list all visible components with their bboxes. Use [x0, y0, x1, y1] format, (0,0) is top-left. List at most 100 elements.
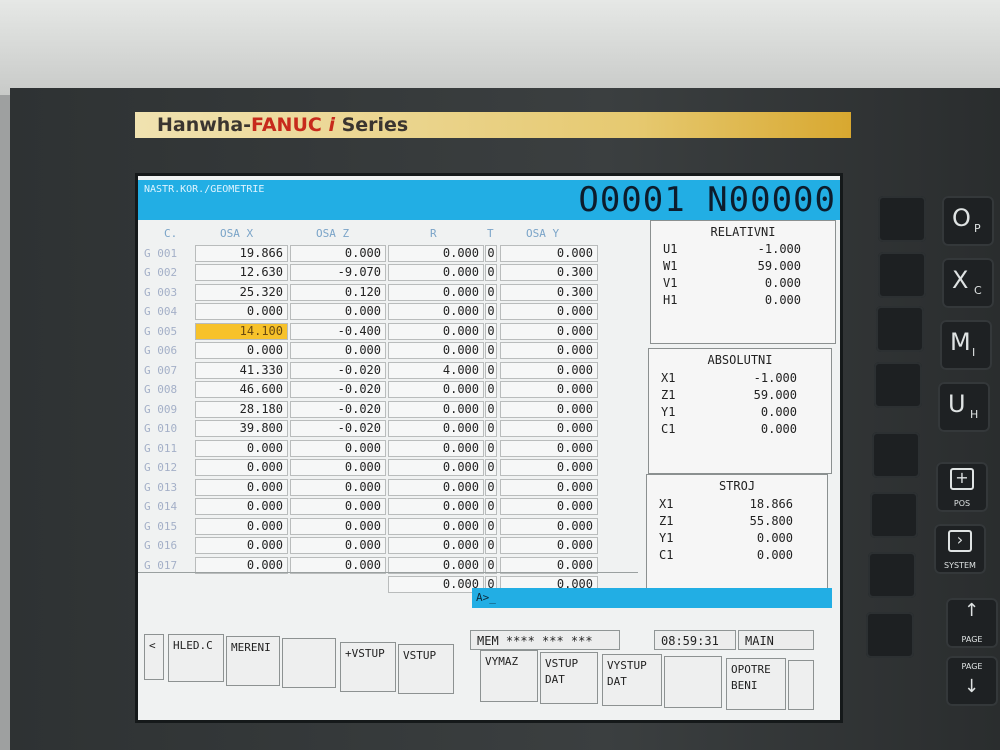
- cell-osa-y[interactable]: 0.000: [500, 381, 598, 398]
- key-system[interactable]: › SYSTEM: [934, 524, 986, 574]
- cell-r[interactable]: 0.000: [388, 322, 484, 340]
- side-softkey-2[interactable]: [878, 252, 926, 298]
- cell-osa-y[interactable]: 0.300: [500, 283, 598, 301]
- cell-osa-y[interactable]: 0.000: [500, 322, 598, 340]
- softkey-opotrebeni[interactable]: OPOTRE BENI: [726, 658, 786, 710]
- softkey-vymaz[interactable]: VYMAZ: [480, 650, 538, 702]
- cell-r[interactable]: 0.000: [388, 244, 484, 262]
- command-input-line[interactable]: A>_: [472, 588, 832, 608]
- cell-r[interactable]: 0.000: [388, 517, 484, 535]
- cell-t[interactable]: 0: [485, 498, 497, 515]
- cell-osa-x[interactable]: 12.630: [195, 264, 288, 281]
- cell-osa-x[interactable]: 39.800: [195, 420, 288, 437]
- cell-osa-z[interactable]: 0.000: [290, 303, 386, 320]
- key-page-down[interactable]: PAGE ↓: [946, 656, 998, 706]
- cell-r[interactable]: 0.000: [388, 381, 484, 398]
- cell-t[interactable]: 0: [485, 303, 497, 320]
- side-softkey-5[interactable]: [872, 432, 920, 478]
- cell-r[interactable]: 0.000: [388, 283, 484, 301]
- cell-osa-y[interactable]: 0.000: [500, 361, 598, 379]
- softkey-vystup-dat[interactable]: VYSTUP DAT: [602, 654, 662, 706]
- cell-osa-y[interactable]: 0.000: [500, 556, 598, 574]
- cell-t[interactable]: 0: [485, 478, 497, 496]
- cell-osa-z[interactable]: -0.020: [290, 400, 386, 418]
- softkey-mereni[interactable]: MERENI: [226, 636, 280, 686]
- side-softkey-8[interactable]: [866, 612, 914, 658]
- cell-osa-z[interactable]: 0.000: [290, 517, 386, 535]
- cell-osa-z[interactable]: 0.000: [290, 537, 386, 554]
- cell-osa-x[interactable]: 28.180: [195, 400, 288, 418]
- key-m-i[interactable]: MI: [940, 320, 992, 370]
- cell-t[interactable]: 0: [485, 342, 497, 359]
- cell-t[interactable]: 0: [485, 361, 497, 379]
- cell-r[interactable]: 0.000: [388, 556, 484, 574]
- cell-r[interactable]: 4.000: [388, 361, 484, 379]
- cell-osa-z[interactable]: -0.020: [290, 420, 386, 437]
- cell-osa-x[interactable]: 19.866: [195, 244, 288, 262]
- cell-osa-y[interactable]: 0.000: [500, 459, 598, 476]
- cell-osa-y[interactable]: 0.000: [500, 439, 598, 457]
- cell-osa-x[interactable]: 0.000: [195, 459, 288, 476]
- cell-osa-x[interactable]: 0.000: [195, 439, 288, 457]
- cell-t[interactable]: 0: [485, 264, 497, 281]
- cell-t[interactable]: 0: [485, 283, 497, 301]
- softkey-empty-2[interactable]: [664, 656, 722, 708]
- cell-osa-y[interactable]: 0.000: [500, 420, 598, 437]
- cell-t[interactable]: 0: [485, 420, 497, 437]
- cell-osa-y[interactable]: 0.000: [500, 537, 598, 554]
- cell-t[interactable]: 0: [485, 381, 497, 398]
- cell-t[interactable]: 0: [485, 322, 497, 340]
- cell-osa-z[interactable]: 0.000: [290, 498, 386, 515]
- cell-r[interactable]: 0.000: [388, 498, 484, 515]
- cell-osa-x[interactable]: 0.000: [195, 517, 288, 535]
- cell-osa-x[interactable]: 0.000: [195, 556, 288, 574]
- cell-t[interactable]: 0: [485, 537, 497, 554]
- cell-osa-y[interactable]: 0.000: [500, 498, 598, 515]
- cell-r[interactable]: 0.000: [388, 400, 484, 418]
- cell-osa-y[interactable]: 0.000: [500, 342, 598, 359]
- cell-r[interactable]: 0.000: [388, 439, 484, 457]
- side-softkey-6[interactable]: [870, 492, 918, 538]
- cell-t[interactable]: 0: [485, 400, 497, 418]
- cell-osa-z[interactable]: 0.000: [290, 342, 386, 359]
- cell-osa-x[interactable]: 25.320: [195, 283, 288, 301]
- key-u-h[interactable]: UH: [938, 382, 990, 432]
- cell-osa-x[interactable]: 0.000: [195, 342, 288, 359]
- key-pos[interactable]: + POS: [936, 462, 988, 512]
- cell-osa-x[interactable]: 41.330: [195, 361, 288, 379]
- cell-t[interactable]: 0: [485, 244, 497, 262]
- cell-osa-z[interactable]: -0.400: [290, 322, 386, 340]
- cell-t[interactable]: 0: [485, 517, 497, 535]
- cell-r[interactable]: 0.000: [388, 303, 484, 320]
- cell-osa-z[interactable]: 0.000: [290, 244, 386, 262]
- cell-r[interactable]: 0.000: [388, 478, 484, 496]
- cell-osa-y[interactable]: 0.000: [500, 303, 598, 320]
- cell-t[interactable]: 0: [485, 556, 497, 574]
- cell-osa-y[interactable]: 0.000: [500, 517, 598, 535]
- cell-osa-z[interactable]: -9.070: [290, 264, 386, 281]
- softkey-empty-1[interactable]: [282, 638, 336, 688]
- cell-osa-y[interactable]: 0.000: [500, 478, 598, 496]
- cell-osa-y[interactable]: 0.000: [500, 400, 598, 418]
- cell-osa-x[interactable]: 0.000: [195, 498, 288, 515]
- cell-r[interactable]: 0.000: [388, 537, 484, 554]
- softkey-plus-vstup[interactable]: +VSTUP: [340, 642, 396, 692]
- cell-osa-z[interactable]: -0.020: [290, 361, 386, 379]
- cell-osa-z[interactable]: 0.000: [290, 439, 386, 457]
- cell-r[interactable]: 0.000: [388, 576, 484, 593]
- cell-r[interactable]: 0.000: [388, 459, 484, 476]
- cell-r[interactable]: 0.000: [388, 420, 484, 437]
- cell-osa-y[interactable]: 0.000: [500, 244, 598, 262]
- cell-t[interactable]: 0: [485, 459, 497, 476]
- softkey-vstup[interactable]: VSTUP: [398, 644, 454, 694]
- cell-osa-z[interactable]: 0.000: [290, 556, 386, 574]
- cell-osa-z[interactable]: 0.000: [290, 459, 386, 476]
- side-softkey-4[interactable]: [874, 362, 922, 408]
- cell-osa-x[interactable]: 14.100: [195, 322, 288, 340]
- cell-osa-z[interactable]: -0.020: [290, 381, 386, 398]
- key-o-p[interactable]: OP: [942, 196, 994, 246]
- cell-r[interactable]: 0.000: [388, 264, 484, 281]
- softkey-vstup-dat[interactable]: VSTUP DAT: [540, 652, 598, 704]
- cell-osa-x[interactable]: 46.600: [195, 381, 288, 398]
- cell-osa-x[interactable]: 0.000: [195, 303, 288, 320]
